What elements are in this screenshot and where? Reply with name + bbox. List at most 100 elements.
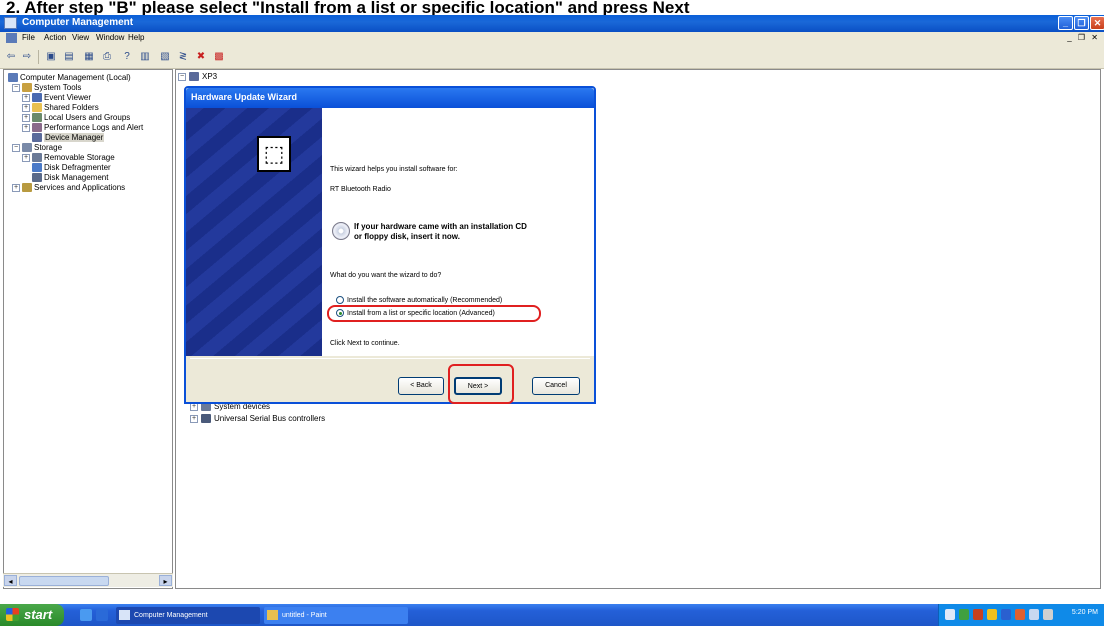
- tree-item-local-users[interactable]: + Local Users and Groups: [22, 113, 130, 122]
- radio-label: Install the software automatically (Reco…: [347, 296, 503, 304]
- expand-toggle[interactable]: +: [22, 93, 30, 102]
- tree-item-system-tools[interactable]: − System Tools: [12, 83, 81, 92]
- hardware-wizard-icon: ⬚: [257, 136, 291, 172]
- computer-icon: [8, 73, 18, 82]
- update-driver-icon[interactable]: ≷: [176, 50, 190, 63]
- tree-item-computer-management[interactable]: Computer Management (Local): [8, 73, 131, 82]
- menu-action[interactable]: Action: [44, 33, 66, 42]
- tree-horizontal-scrollbar[interactable]: ◂ ▸: [3, 573, 173, 587]
- tree-item-label: Local Users and Groups: [44, 113, 131, 122]
- internet-explorer-icon[interactable]: [96, 609, 108, 621]
- cancel-button[interactable]: Cancel: [532, 377, 580, 395]
- scroll-left-icon[interactable]: ◂: [4, 575, 17, 586]
- annotation-highlight-option: [327, 305, 541, 322]
- collapse-toggle[interactable]: −: [12, 143, 20, 152]
- radio-button[interactable]: [336, 296, 344, 304]
- forward-arrow-icon[interactable]: ⇨: [20, 50, 34, 63]
- help-icon[interactable]: ?: [120, 50, 134, 63]
- radio-install-automatically[interactable]: Install the software automatically (Reco…: [336, 296, 502, 304]
- usb-icon: [201, 414, 211, 423]
- tray-app-icon[interactable]: [959, 609, 969, 620]
- display-icon[interactable]: [1029, 609, 1039, 620]
- print-icon[interactable]: ⎙: [100, 50, 114, 63]
- window-titlebar[interactable]: Computer Management _ ❐ ✕: [0, 15, 1104, 32]
- console-tree: Computer Management (Local) − System Too…: [3, 69, 173, 589]
- menu-window[interactable]: Window: [96, 33, 124, 42]
- expand-toggle[interactable]: +: [190, 414, 198, 423]
- tree-item-label: Performance Logs and Alert: [44, 123, 144, 132]
- show-hide-tree-icon[interactable]: ▤: [62, 50, 76, 63]
- scan-hardware-icon[interactable]: ▧: [158, 50, 172, 63]
- menu-view[interactable]: View: [72, 33, 89, 42]
- tree-item-performance-logs[interactable]: + Performance Logs and Alert: [22, 123, 143, 132]
- tree-item-label: Disk Defragmenter: [44, 163, 111, 172]
- hardware-update-wizard: Hardware Update Wizard ⬚ This wizard hel…: [184, 86, 596, 404]
- wizard-titlebar[interactable]: Hardware Update Wizard: [186, 88, 594, 108]
- collapse-toggle[interactable]: −: [178, 72, 186, 81]
- device-root-label: XP3: [202, 72, 218, 81]
- antivirus-icon[interactable]: [1015, 609, 1025, 620]
- tree-item-label: Shared Folders: [44, 103, 99, 112]
- device-name: RT Bluetooth Radio: [330, 186, 391, 193]
- tree-item-services-applications[interactable]: + Services and Applications: [12, 183, 125, 192]
- disable-device-icon[interactable]: ▩: [212, 50, 226, 63]
- close-button[interactable]: ✕: [1090, 16, 1104, 30]
- tree-item-disk-defragmenter[interactable]: Disk Defragmenter: [32, 163, 111, 172]
- collapse-toggle[interactable]: −: [12, 83, 20, 92]
- window-title: Computer Management: [22, 17, 134, 28]
- task-paint[interactable]: untitled - Paint: [264, 607, 408, 624]
- event-viewer-icon: [32, 93, 42, 102]
- tree-item-removable-storage[interactable]: + Removable Storage: [22, 153, 115, 162]
- disk-icon: [32, 173, 42, 182]
- tree-item-device-manager[interactable]: Device Manager: [32, 133, 105, 142]
- expand-toggle[interactable]: +: [22, 113, 30, 122]
- network-icon[interactable]: [945, 609, 955, 620]
- keyboard-icon[interactable]: [1043, 609, 1053, 620]
- scroll-right-icon[interactable]: ▸: [159, 575, 172, 586]
- properties-icon[interactable]: ▦: [82, 50, 96, 63]
- tree-item-disk-management[interactable]: Disk Management: [32, 173, 108, 182]
- uninstall-icon[interactable]: ✖: [194, 50, 208, 63]
- expand-toggle[interactable]: +: [22, 153, 30, 162]
- wizard-content: This wizard helps you install software f…: [322, 108, 594, 356]
- computer-icon: [189, 72, 199, 81]
- device-category-label: Universal Serial Bus controllers: [214, 414, 326, 423]
- minimize-button[interactable]: _: [1058, 16, 1073, 30]
- computer-management-icon: [119, 610, 130, 620]
- mdi-window-buttons[interactable]: _ ❐ ✕: [1067, 33, 1100, 42]
- expand-toggle[interactable]: +: [22, 123, 30, 132]
- tree-item-storage[interactable]: − Storage: [12, 143, 62, 152]
- folder-icon: [32, 103, 42, 112]
- volume-icon[interactable]: [987, 609, 997, 620]
- menu-help[interactable]: Help: [128, 33, 144, 42]
- clock[interactable]: 5:20 PM: [1072, 609, 1098, 616]
- wizard-title: Hardware Update Wizard: [191, 92, 297, 102]
- bluetooth-icon[interactable]: [1001, 609, 1011, 620]
- back-button[interactable]: < Back: [398, 377, 444, 395]
- expand-toggle[interactable]: +: [22, 103, 30, 112]
- scroll-thumb[interactable]: [19, 576, 109, 586]
- device-category-usb[interactable]: + Universal Serial Bus controllers: [190, 414, 325, 423]
- security-icon[interactable]: [973, 609, 983, 620]
- show-desktop-icon[interactable]: [80, 609, 92, 621]
- performance-icon: [32, 123, 42, 132]
- system-tray: 5:20 PM: [938, 604, 1104, 626]
- cd-instruction-line2: or floppy disk, insert it now.: [354, 232, 460, 241]
- menu-bar: File Action View Window Help _ ❐ ✕: [0, 32, 1104, 45]
- tree-item-shared-folders[interactable]: + Shared Folders: [22, 103, 99, 112]
- start-button[interactable]: start: [0, 604, 64, 626]
- maximize-button[interactable]: ❐: [1074, 16, 1089, 30]
- tree-item-event-viewer[interactable]: + Event Viewer: [22, 93, 91, 102]
- tree-item-label: Removable Storage: [44, 153, 115, 162]
- window-menu-icon[interactable]: [6, 33, 17, 43]
- up-level-icon[interactable]: ▣: [44, 50, 58, 63]
- menu-file[interactable]: File: [22, 33, 35, 42]
- expand-toggle[interactable]: +: [12, 183, 20, 192]
- console-view-icon[interactable]: ▥: [138, 50, 152, 63]
- task-computer-management[interactable]: Computer Management: [116, 607, 260, 624]
- back-arrow-icon[interactable]: ⇦: [4, 50, 18, 63]
- continue-instruction: Click Next to continue.: [330, 340, 400, 347]
- device-root-xp3[interactable]: − XP3: [178, 72, 217, 81]
- toolbar: ⇦ ⇨ ▣ ▤ ▦ ⎙ ? ▥ ▧ ≷ ✖ ▩: [0, 45, 1104, 69]
- defrag-icon: [32, 163, 42, 172]
